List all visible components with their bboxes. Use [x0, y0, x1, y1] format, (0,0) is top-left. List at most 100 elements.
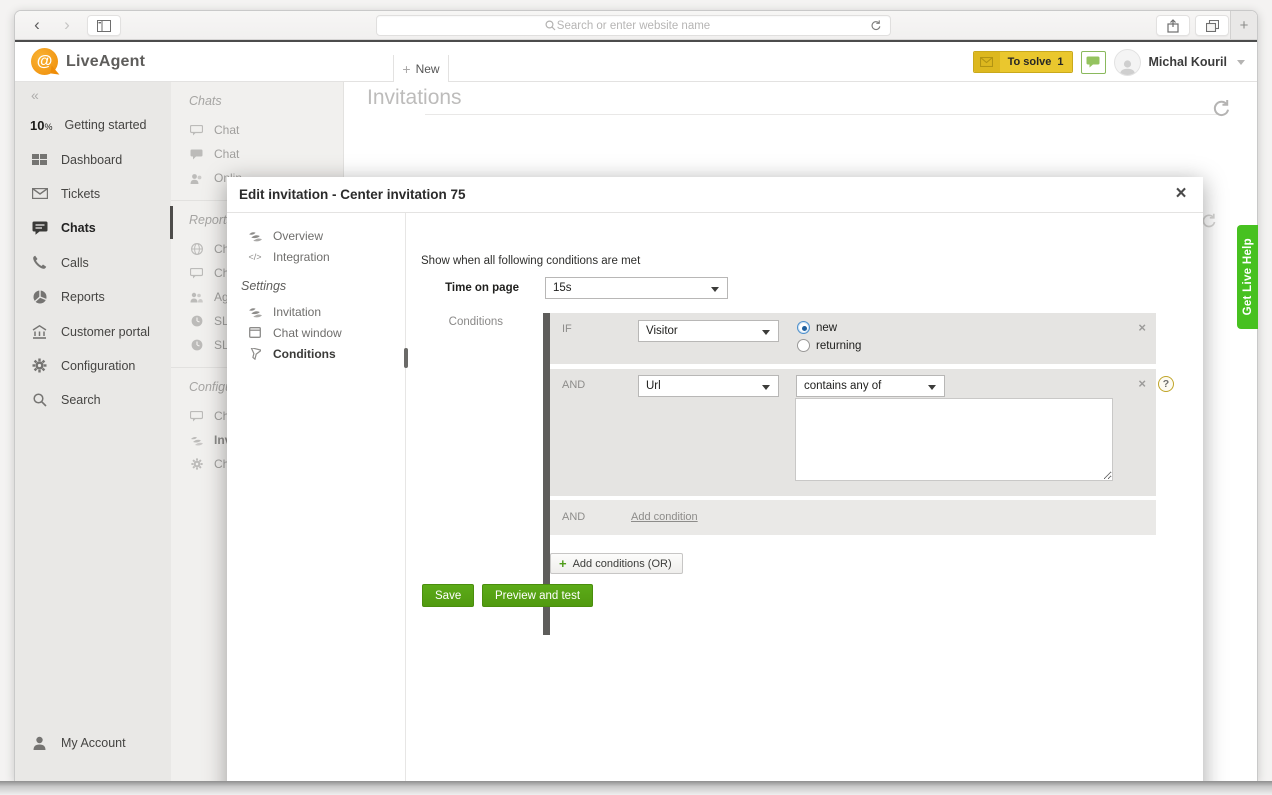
- header-chat-button[interactable]: [1081, 51, 1106, 74]
- sidebar-item-reports[interactable]: Reports: [15, 280, 171, 314]
- search-icon: [30, 393, 49, 407]
- user-avatar[interactable]: [1114, 49, 1141, 76]
- condition-row-add: AND Add condition: [550, 500, 1156, 535]
- modal-nav-overview[interactable]: Overview: [227, 225, 405, 246]
- chats-bubble-icon: [30, 221, 49, 235]
- close-icon[interactable]: ×: [1169, 182, 1193, 206]
- user-name[interactable]: Michal Kouril: [1149, 55, 1227, 69]
- envelope-icon: [974, 52, 1000, 72]
- time-on-page-select[interactable]: 15s: [545, 277, 728, 299]
- radio-unselected-icon[interactable]: [797, 339, 810, 352]
- sidebar-item-label: Customer portal: [61, 325, 150, 339]
- sidebar-item-label: Search: [61, 393, 101, 407]
- edit-invitation-modal: Edit invitation - Center invitation 75 ×…: [227, 177, 1203, 781]
- sidebar-item-tickets[interactable]: Tickets: [15, 177, 171, 211]
- modal-nav-conditions[interactable]: Conditions: [227, 343, 405, 364]
- to-solve-badge[interactable]: To solve1: [973, 51, 1073, 73]
- chat-outline-icon: [189, 411, 204, 422]
- configuration-gear-icon: [30, 358, 49, 373]
- sidebar-item-label: Reports: [61, 290, 105, 304]
- agents-icon: [189, 292, 204, 303]
- radio-selected-icon[interactable]: [797, 321, 810, 334]
- modal-content: Show when all following conditions are m…: [406, 213, 1203, 781]
- brand-name: LiveAgent: [66, 53, 145, 71]
- funnel-icon: [247, 348, 263, 360]
- chevron-down-icon[interactable]: [1237, 60, 1245, 65]
- window-icon: [247, 327, 263, 338]
- chevron-down-icon: [762, 385, 770, 390]
- save-button[interactable]: Save: [422, 584, 474, 607]
- address-input[interactable]: [377, 20, 890, 32]
- sidebar-item-label: Getting started: [64, 118, 146, 132]
- reports-pie-icon: [30, 290, 49, 304]
- main-sidebar: « 10% Getting started Dashboard Tickets …: [15, 82, 171, 781]
- liveagent-logo-icon: @: [31, 48, 58, 75]
- get-live-help-tab[interactable]: Get Live Help: [1237, 225, 1258, 329]
- progress-percent-badge: 10%: [30, 118, 52, 133]
- sidebar-toggle-icon: [97, 20, 111, 32]
- tabs-button[interactable]: [1195, 15, 1229, 36]
- radio-option-new[interactable]: new: [797, 321, 837, 334]
- subsidebar-item[interactable]: Chat: [171, 118, 343, 142]
- condition-row-and: AND Url contains any of ×: [550, 369, 1156, 496]
- refresh-icon[interactable]: [1212, 99, 1231, 118]
- remove-condition-icon[interactable]: ×: [1138, 320, 1146, 335]
- customer-portal-building-icon: [30, 325, 49, 339]
- condition-operator-select[interactable]: contains any of: [796, 375, 945, 397]
- to-solve-count: 1: [1057, 56, 1063, 68]
- person-icon: [1118, 58, 1137, 75]
- collapse-chevrons-icon: «: [31, 87, 39, 103]
- sidebar-item-search[interactable]: Search: [15, 383, 171, 417]
- sidebar-item-label: Chats: [61, 221, 96, 235]
- share-button[interactable]: [1156, 15, 1190, 36]
- help-icon[interactable]: ?: [1158, 376, 1174, 392]
- modal-nav-chat-window[interactable]: Chat window: [227, 322, 405, 343]
- new-tab-button[interactable]: +: [1230, 11, 1257, 39]
- remove-condition-icon[interactable]: ×: [1138, 376, 1146, 391]
- app-body: « 10% Getting started Dashboard Tickets …: [15, 82, 1257, 781]
- sidebar-item-configuration[interactable]: Configuration: [15, 349, 171, 383]
- condition-type-select[interactable]: Visitor: [638, 320, 779, 342]
- refresh-icon[interactable]: [1201, 213, 1217, 229]
- condition-type-select[interactable]: Url: [638, 375, 779, 397]
- gear-icon: [189, 458, 204, 470]
- forward-button[interactable]: ›: [57, 14, 77, 36]
- new-tab-plus-icon: +: [1240, 17, 1249, 34]
- chat-filled-icon: [189, 149, 204, 160]
- tabs-icon: [1206, 20, 1219, 32]
- add-condition-link[interactable]: Add condition: [631, 511, 698, 523]
- url-values-textarea[interactable]: [795, 398, 1113, 481]
- sidebar-item-label: Calls: [61, 256, 89, 270]
- chevron-down-icon: [711, 287, 719, 292]
- and-label: AND: [562, 379, 585, 391]
- modal-nav-integration[interactable]: </> Integration: [227, 246, 405, 267]
- search-icon: [545, 20, 556, 31]
- sidebar-item-dashboard[interactable]: Dashboard: [15, 142, 171, 176]
- calls-phone-icon: [30, 255, 49, 270]
- modal-header: Edit invitation - Center invitation 75 ×: [227, 177, 1203, 213]
- dashboard-icon: [30, 154, 49, 166]
- chevron-down-icon: [928, 385, 936, 390]
- browser-toolbar: ‹ › +: [15, 11, 1257, 40]
- sidebar-item-calls[interactable]: Calls: [15, 246, 171, 280]
- sidebar-item-customer-portal[interactable]: Customer portal: [15, 314, 171, 348]
- sidebar-toggle-button[interactable]: [87, 15, 121, 36]
- subsidebar-item[interactable]: Chat: [171, 142, 343, 166]
- address-bar[interactable]: [376, 15, 891, 36]
- reload-icon[interactable]: [870, 19, 882, 32]
- radio-option-returning[interactable]: returning: [797, 339, 861, 352]
- plus-icon: +: [559, 556, 567, 571]
- sidebar-item-my-account[interactable]: My Account: [15, 726, 171, 760]
- back-button[interactable]: ‹: [27, 14, 47, 36]
- if-label: IF: [562, 323, 572, 335]
- preview-and-test-button[interactable]: Preview and test: [482, 584, 593, 607]
- condition-row-if: IF Visitor new returnin: [550, 313, 1156, 364]
- globe-icon: [189, 243, 204, 255]
- and-label: AND: [562, 511, 585, 523]
- sidebar-collapse-button[interactable]: «: [15, 82, 171, 108]
- new-ticket-tab[interactable]: + New: [393, 55, 449, 82]
- sidebar-item-chats[interactable]: Chats: [15, 211, 171, 245]
- add-conditions-or-button[interactable]: + Add conditions (OR): [550, 553, 683, 574]
- modal-nav-invitation[interactable]: Invitation: [227, 301, 405, 322]
- sidebar-item-getting-started[interactable]: 10% Getting started: [15, 108, 171, 142]
